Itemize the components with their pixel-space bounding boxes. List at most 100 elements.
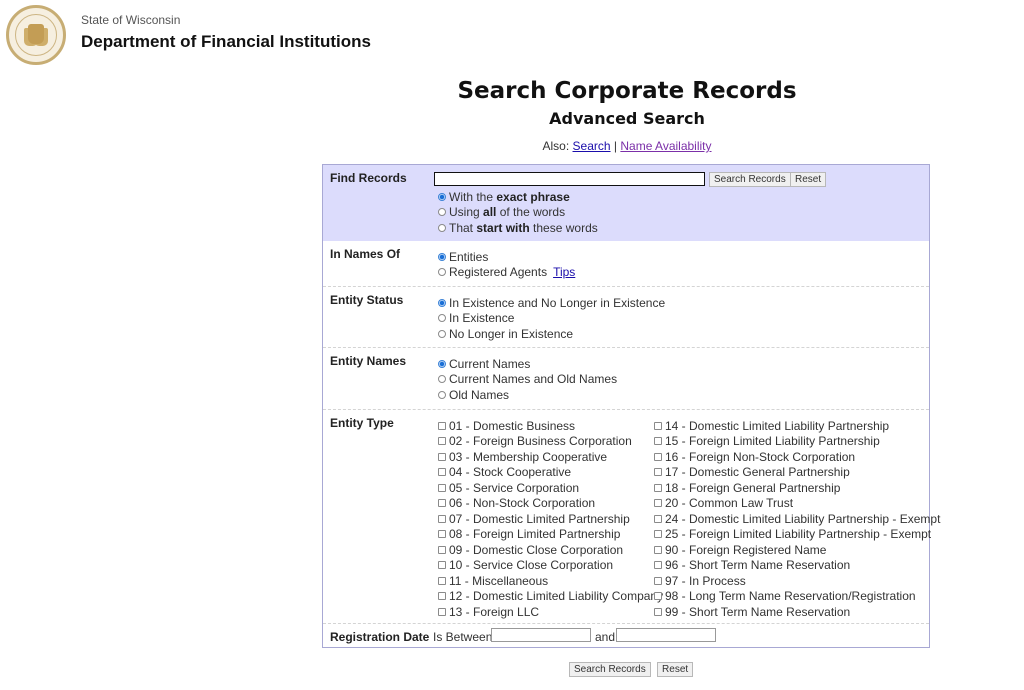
name-availability-link[interactable]: Name Availability (620, 139, 711, 153)
option-text: Using (449, 205, 480, 220)
checkbox-icon[interactable] (654, 545, 662, 554)
option-current-names[interactable]: Current Names (438, 356, 617, 372)
checkbox-icon[interactable] (438, 576, 446, 585)
option-entities[interactable]: Entities (438, 249, 575, 265)
registration-date-row: Registration Date Is Between and (323, 624, 929, 650)
checkbox-icon[interactable] (438, 468, 446, 477)
entity-type-option[interactable]: 05 - Service Corporation (438, 480, 663, 496)
reset-button-bottom[interactable]: Reset (657, 662, 694, 677)
entity-type-option[interactable]: 90 - Foreign Registered Name (654, 542, 940, 558)
checkbox-icon[interactable] (654, 437, 662, 446)
radio-selected-icon[interactable] (438, 192, 446, 201)
date-from-input[interactable] (491, 628, 591, 642)
match-options: With the exact phrase Using all of the w… (438, 189, 598, 236)
link-separator: | (613, 139, 618, 153)
radio-icon[interactable] (438, 329, 446, 338)
entity-status-label: Entity Status (330, 293, 404, 307)
entity-type-option[interactable]: 25 - Foreign Limited Liability Partnersh… (654, 527, 940, 543)
entity-type-option[interactable]: 10 - Service Close Corporation (438, 558, 663, 574)
checkbox-icon[interactable] (438, 421, 446, 430)
entity-type-column-1: 01 - Domestic Business 02 - Foreign Busin… (438, 418, 663, 620)
radio-icon[interactable] (438, 314, 446, 323)
radio-selected-icon[interactable] (438, 252, 446, 261)
entity-type-option[interactable]: 16 - Foreign Non-Stock Corporation (654, 449, 940, 465)
option-current-and-old-names[interactable]: Current Names and Old Names (438, 372, 617, 388)
option-all-words[interactable]: Using all of the words (438, 205, 598, 221)
checkbox-icon[interactable] (654, 468, 662, 477)
checkbox-icon[interactable] (654, 452, 662, 461)
entity-type-option[interactable]: 08 - Foreign Limited Partnership (438, 527, 663, 543)
entity-type-label-text: 03 - Membership Cooperative (449, 449, 608, 464)
radio-icon[interactable] (438, 208, 446, 217)
entity-type-option[interactable]: 03 - Membership Cooperative (438, 449, 663, 465)
checkbox-icon[interactable] (654, 499, 662, 508)
tips-link[interactable]: Tips (553, 265, 575, 279)
entity-type-label-text: 10 - Service Close Corporation (449, 558, 614, 573)
entity-type-label-text: 13 - Foreign LLC (449, 604, 540, 619)
entity-type-option[interactable]: 97 - In Process (654, 573, 940, 589)
option-in-existence[interactable]: In Existence (438, 311, 665, 327)
entity-type-option[interactable]: 01 - Domestic Business (438, 418, 663, 434)
radio-icon[interactable] (438, 223, 446, 232)
entity-type-option[interactable]: 20 - Common Law Trust (654, 496, 940, 512)
entity-type-option[interactable]: 04 - Stock Cooperative (438, 465, 663, 481)
checkbox-icon[interactable] (654, 483, 662, 492)
checkbox-icon[interactable] (654, 576, 662, 585)
checkbox-icon[interactable] (438, 514, 446, 523)
checkbox-icon[interactable] (654, 561, 662, 570)
entity-type-option[interactable]: 18 - Foreign General Partnership (654, 480, 940, 496)
radio-icon[interactable] (438, 375, 446, 384)
checkbox-icon[interactable] (654, 530, 662, 539)
checkbox-icon[interactable] (438, 483, 446, 492)
checkbox-icon[interactable] (654, 421, 662, 430)
entity-type-label-text: 97 - In Process (665, 573, 746, 588)
checkbox-icon[interactable] (438, 545, 446, 554)
entity-type-label-text: 25 - Foreign Limited Liability Partnersh… (665, 527, 932, 542)
entity-type-label-text: 14 - Domestic Limited Liability Partners… (665, 418, 890, 433)
checkbox-icon[interactable] (438, 499, 446, 508)
entity-type-option[interactable]: 17 - Domestic General Partnership (654, 465, 940, 481)
in-names-of-label: In Names Of (330, 247, 401, 261)
option-exact-phrase[interactable]: With the exact phrase (438, 189, 598, 205)
radio-selected-icon[interactable] (438, 298, 446, 307)
entity-type-option[interactable]: 12 - Domestic Limited Liability Company (438, 589, 663, 605)
entity-type-option[interactable]: 06 - Non-Stock Corporation (438, 496, 663, 512)
entity-type-label-text: 08 - Foreign Limited Partnership (449, 527, 621, 542)
entity-type-option[interactable]: 98 - Long Term Name Reservation/Registra… (654, 589, 940, 605)
date-to-input[interactable] (616, 628, 716, 642)
option-no-longer-existence[interactable]: No Longer in Existence (438, 326, 665, 342)
option-registered-agents[interactable]: Registered Agents Tips (438, 265, 575, 281)
entity-type-option[interactable]: 24 - Domestic Limited Liability Partners… (654, 511, 940, 527)
option-all-existence[interactable]: In Existence and No Longer in Existence (438, 295, 665, 311)
radio-icon[interactable] (438, 390, 446, 399)
checkbox-icon[interactable] (438, 452, 446, 461)
checkbox-icon[interactable] (654, 607, 662, 616)
search-link[interactable]: Search (573, 139, 611, 153)
checkbox-icon[interactable] (438, 437, 446, 446)
entity-type-option[interactable]: 07 - Domestic Limited Partnership (438, 511, 663, 527)
search-records-button-bottom[interactable]: Search Records (569, 662, 651, 677)
checkbox-icon[interactable] (654, 592, 662, 601)
entity-type-option[interactable]: 99 - Short Term Name Reservation (654, 604, 940, 620)
checkbox-icon[interactable] (654, 514, 662, 523)
entity-type-option[interactable]: 11 - Miscellaneous (438, 573, 663, 589)
entity-type-option[interactable]: 15 - Foreign Limited Liability Partnersh… (654, 434, 940, 450)
radio-selected-icon[interactable] (438, 359, 446, 368)
entity-type-option[interactable]: 09 - Domestic Close Corporation (438, 542, 663, 558)
entity-type-option[interactable]: 14 - Domestic Limited Liability Partners… (654, 418, 940, 434)
checkbox-icon[interactable] (438, 530, 446, 539)
checkbox-icon[interactable] (438, 607, 446, 616)
option-start-with[interactable]: That start with these words (438, 220, 598, 236)
registration-date-label: Registration Date (330, 630, 430, 644)
checkbox-icon[interactable] (438, 592, 446, 601)
entity-type-option[interactable]: 96 - Short Term Name Reservation (654, 558, 940, 574)
entity-type-option[interactable]: 13 - Foreign LLC (438, 604, 663, 620)
search-records-button[interactable]: Search Records (709, 172, 791, 187)
checkbox-icon[interactable] (438, 561, 446, 570)
reset-button[interactable]: Reset (790, 172, 827, 187)
search-input[interactable] (434, 172, 705, 186)
entity-type-option[interactable]: 02 - Foreign Business Corporation (438, 434, 663, 450)
entity-type-label-text: 06 - Non-Stock Corporation (449, 496, 596, 511)
radio-icon[interactable] (438, 268, 446, 277)
option-old-names[interactable]: Old Names (438, 387, 617, 403)
